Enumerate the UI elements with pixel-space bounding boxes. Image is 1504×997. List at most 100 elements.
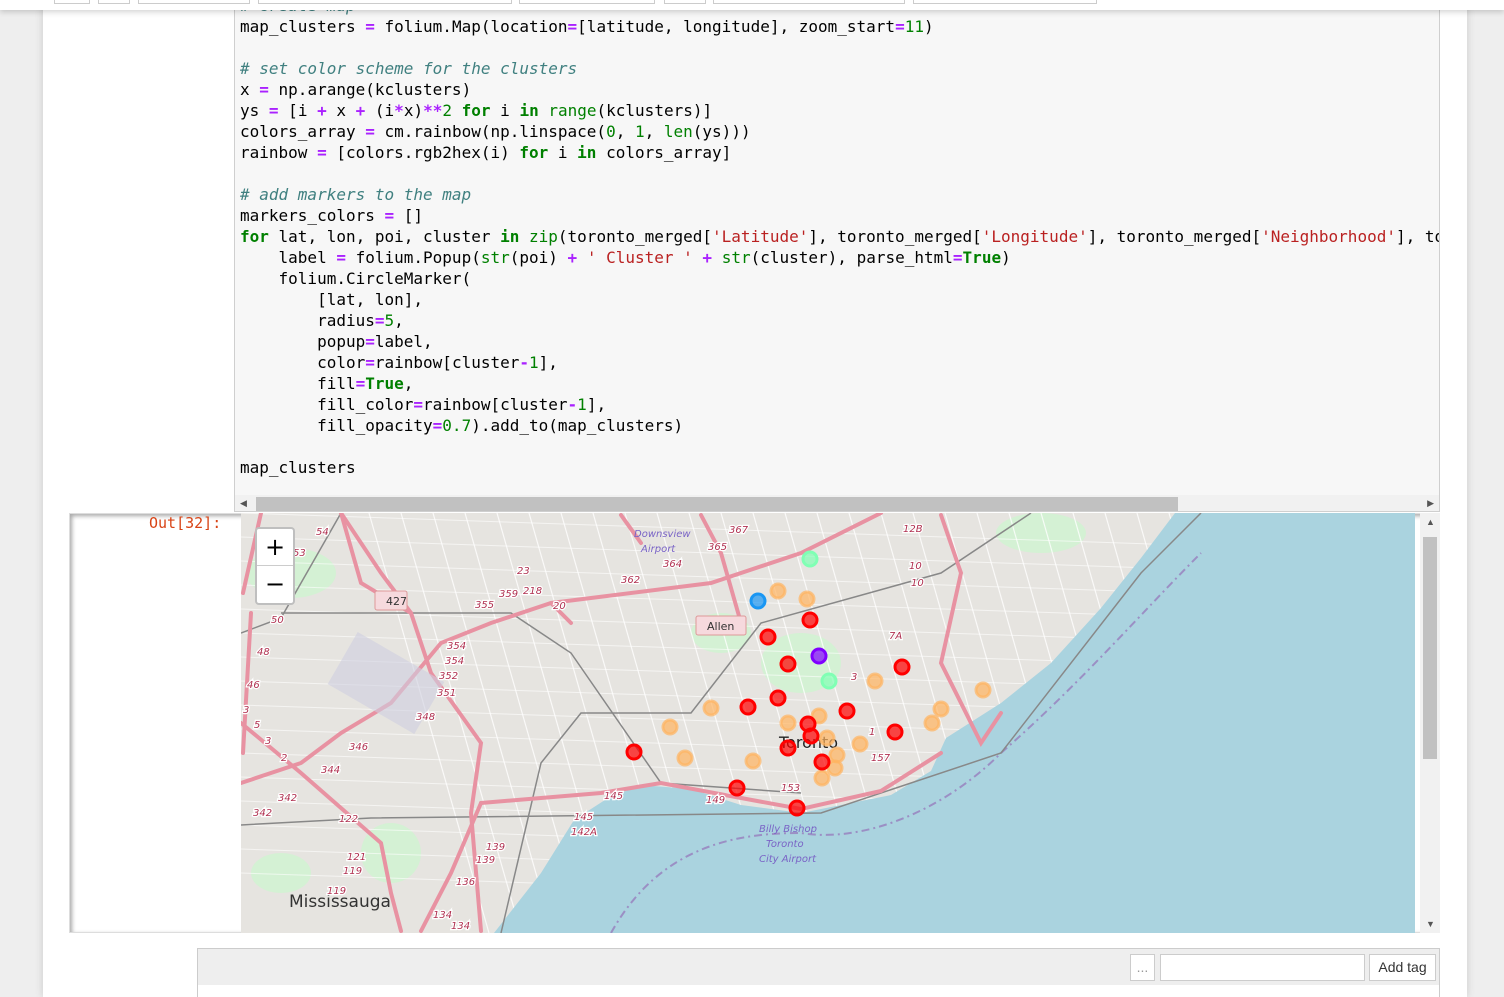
cluster-marker-red[interactable] — [802, 727, 820, 745]
map-label: 48 — [257, 647, 270, 658]
cluster-marker-orange[interactable] — [798, 590, 816, 608]
code-line: popup=label, — [240, 331, 1439, 352]
code-token: popup — [240, 332, 366, 351]
folium-map[interactable]: + − MississaugaTorontoDownsviewAirportBi… — [241, 513, 1415, 933]
cluster-marker-orange[interactable] — [828, 746, 846, 764]
code-token: # set color scheme for the clusters — [240, 59, 578, 78]
cluster-marker-teal[interactable] — [820, 672, 838, 690]
cluster-marker-red[interactable] — [886, 723, 904, 741]
scroll-right-icon[interactable]: ▶ — [1427, 498, 1434, 509]
cluster-marker-purple[interactable] — [810, 647, 828, 665]
cluster-marker-orange[interactable] — [813, 769, 831, 787]
code-token: (i — [365, 101, 395, 120]
scrollbar-thumb[interactable] — [256, 497, 1178, 511]
scroll-down-icon[interactable]: ▼ — [1426, 919, 1435, 929]
toolbar-button[interactable] — [54, 0, 90, 4]
horizontal-scrollbar[interactable]: ◀ ▶ — [235, 495, 1439, 511]
code-line: map_clusters — [240, 457, 1439, 478]
cluster-marker-orange[interactable] — [932, 700, 950, 718]
cluster-marker-red[interactable] — [759, 628, 777, 646]
code-token: for — [461, 101, 491, 120]
scrollbar-thumb[interactable] — [1423, 537, 1437, 759]
cluster-marker-red[interactable] — [838, 702, 856, 720]
vertical-scrollbar[interactable]: ▲ ▼ — [1420, 513, 1440, 933]
toolbar-button-group[interactable] — [713, 0, 905, 4]
cluster-marker-orange[interactable] — [974, 681, 992, 699]
code-token: ], — [586, 395, 607, 414]
code-token: i — [490, 101, 520, 120]
code-token: * — [394, 101, 404, 120]
map-label: 139 — [476, 855, 495, 866]
cluster-marker-orange[interactable] — [851, 735, 869, 753]
toolbar-button-group[interactable] — [258, 0, 512, 4]
code-token: np.arange(kclusters) — [268, 80, 472, 99]
code-token: , — [644, 122, 664, 141]
scroll-up-icon[interactable]: ▲ — [1426, 517, 1435, 527]
map-label: 50 — [271, 615, 284, 626]
code-token: = — [432, 416, 443, 435]
code-editor[interactable]: # create mapmap_clusters = folium.Map(lo… — [240, 0, 1439, 478]
cluster-marker-red[interactable] — [779, 655, 797, 673]
toolbar-button-group[interactable] — [913, 0, 1097, 4]
code-token: = — [952, 248, 963, 267]
cluster-marker-teal[interactable] — [801, 550, 819, 568]
map-label: 367 — [729, 525, 749, 536]
cluster-marker-orange[interactable] — [661, 718, 679, 736]
zoom-in-button[interactable]: + — [257, 529, 293, 566]
cluster-marker-orange[interactable] — [676, 749, 694, 767]
map-label: 10 — [911, 578, 924, 589]
toolbar-button[interactable] — [98, 0, 130, 4]
toolbar-button[interactable] — [664, 0, 706, 4]
code-token: = — [317, 143, 327, 162]
cluster-marker-red[interactable] — [739, 698, 757, 716]
code-line: color=rainbow[cluster-1], — [240, 352, 1439, 373]
scroll-left-icon[interactable]: ◀ — [240, 498, 247, 509]
map-label: 346 — [349, 742, 368, 753]
cluster-marker-red[interactable] — [801, 611, 819, 629]
code-token: 'Latitude' — [712, 227, 809, 246]
code-token: 11 — [904, 17, 924, 36]
code-line: fill_opacity=0.7).add_to(map_clusters) — [240, 415, 1439, 436]
code-line: # add markers to the map — [240, 184, 1439, 205]
code-token: ) — [1001, 248, 1011, 267]
code-token: 0.7 — [442, 416, 472, 435]
code-token: = — [365, 122, 375, 141]
map-label: 365 — [708, 542, 727, 553]
map-label: 342 — [278, 793, 297, 804]
map-label: 12B — [903, 524, 923, 535]
map-label: 352 — [439, 671, 458, 682]
cluster-marker-orange[interactable] — [744, 752, 762, 770]
zoom-out-button[interactable]: − — [257, 566, 293, 603]
map-label: 218 — [523, 586, 542, 597]
map-label: 54 — [316, 527, 329, 538]
code-line: map_clusters = folium.Map(location=[lati… — [240, 16, 1439, 37]
cluster-marker-orange[interactable] — [769, 582, 787, 600]
code-token: range — [548, 101, 597, 120]
cluster-marker-red[interactable] — [769, 689, 787, 707]
cluster-marker-red[interactable] — [813, 753, 831, 771]
cluster-marker-orange[interactable] — [702, 699, 720, 717]
cluster-marker-orange[interactable] — [779, 714, 797, 732]
map-label: Downsview — [634, 529, 691, 540]
cluster-marker-red[interactable] — [893, 658, 911, 676]
cluster-marker-orange[interactable] — [818, 729, 836, 747]
output-prompt: Out[32]: — [149, 514, 222, 532]
add-tag-button[interactable]: Add tag — [1369, 954, 1436, 981]
cluster-marker-orange[interactable] — [866, 672, 884, 690]
cell-type-select[interactable] — [519, 0, 655, 4]
tag-input[interactable] — [1160, 954, 1365, 981]
code-cell-input[interactable]: # create mapmap_clusters = folium.Map(lo… — [234, 0, 1440, 512]
map-tiles[interactable]: MississaugaTorontoDownsviewAirportBilly … — [241, 513, 1415, 933]
cluster-marker-orange[interactable] — [923, 714, 941, 732]
tag-more-button[interactable]: ... — [1130, 954, 1155, 981]
code-token: [latitude, longitude], zoom_start — [577, 17, 896, 36]
cluster-marker-red[interactable] — [728, 779, 746, 797]
cluster-marker-blue[interactable] — [749, 592, 767, 610]
cluster-marker-red[interactable] — [779, 739, 797, 757]
code-token: in — [519, 101, 539, 120]
cluster-marker-red[interactable] — [625, 743, 643, 761]
cluster-marker-red[interactable] — [788, 799, 806, 817]
toolbar-button-group[interactable] — [138, 0, 250, 4]
